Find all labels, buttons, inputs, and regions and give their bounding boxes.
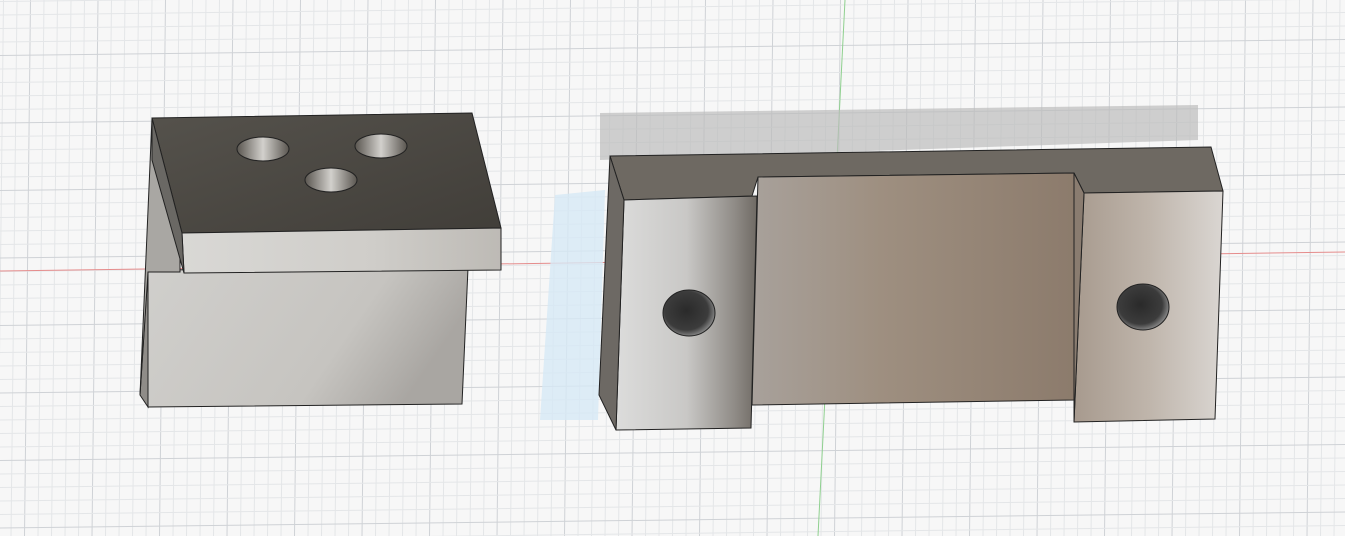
mount-hole-left [662, 289, 716, 337]
grid-line-vertical [510, 0, 517, 536]
grid-line-vertical [78, 0, 85, 536]
grid-line-horizontal [0, 457, 1345, 475]
grid-line-vertical [10, 0, 18, 536]
bracket-hole-2 [354, 133, 408, 159]
grid-line-vertical [91, 0, 99, 536]
grid-line-horizontal [0, 52, 1345, 70]
grid-line-horizontal [0, 79, 1345, 97]
grid-line-vertical [1225, 0, 1233, 536]
grid-line-horizontal [0, 39, 1345, 56]
grid-line-horizontal [0, 25, 1345, 43]
grid-line-horizontal [0, 444, 1345, 461]
grid-line-horizontal [0, 12, 1345, 29]
grid-line-horizontal [0, 471, 1345, 488]
bracket-hole-3 [304, 167, 358, 193]
grid-line-vertical [64, 0, 72, 536]
grid-line-vertical [24, 0, 31, 536]
grid-line-vertical [1252, 0, 1260, 536]
cad-3d-viewport[interactable] [0, 0, 1345, 536]
grid-line-vertical [537, 0, 544, 536]
part-angle-bracket[interactable] [139, 112, 502, 409]
mount-hole-right [1116, 283, 1170, 331]
bracket-lower-plate [147, 267, 469, 408]
mount-center-face [751, 172, 1075, 406]
grid-line-vertical [0, 0, 4, 358]
part-u-channel-mount[interactable] [598, 146, 1224, 431]
scene-canvas[interactable] [0, 0, 1345, 536]
grid-line-vertical [118, 0, 126, 536]
grid-line-vertical [37, 0, 45, 536]
grid-line-vertical [1239, 0, 1246, 536]
grid-line-vertical [523, 0, 531, 536]
grid-line-horizontal [0, 430, 1345, 448]
bracket-top-front-face [181, 227, 502, 274]
grid-line-vertical [105, 0, 112, 536]
grid-line-horizontal [0, 66, 1345, 83]
bracket-hole-1 [236, 136, 290, 162]
grid-line-horizontal [0, 0, 1303, 16]
grid-line-vertical [51, 0, 58, 536]
